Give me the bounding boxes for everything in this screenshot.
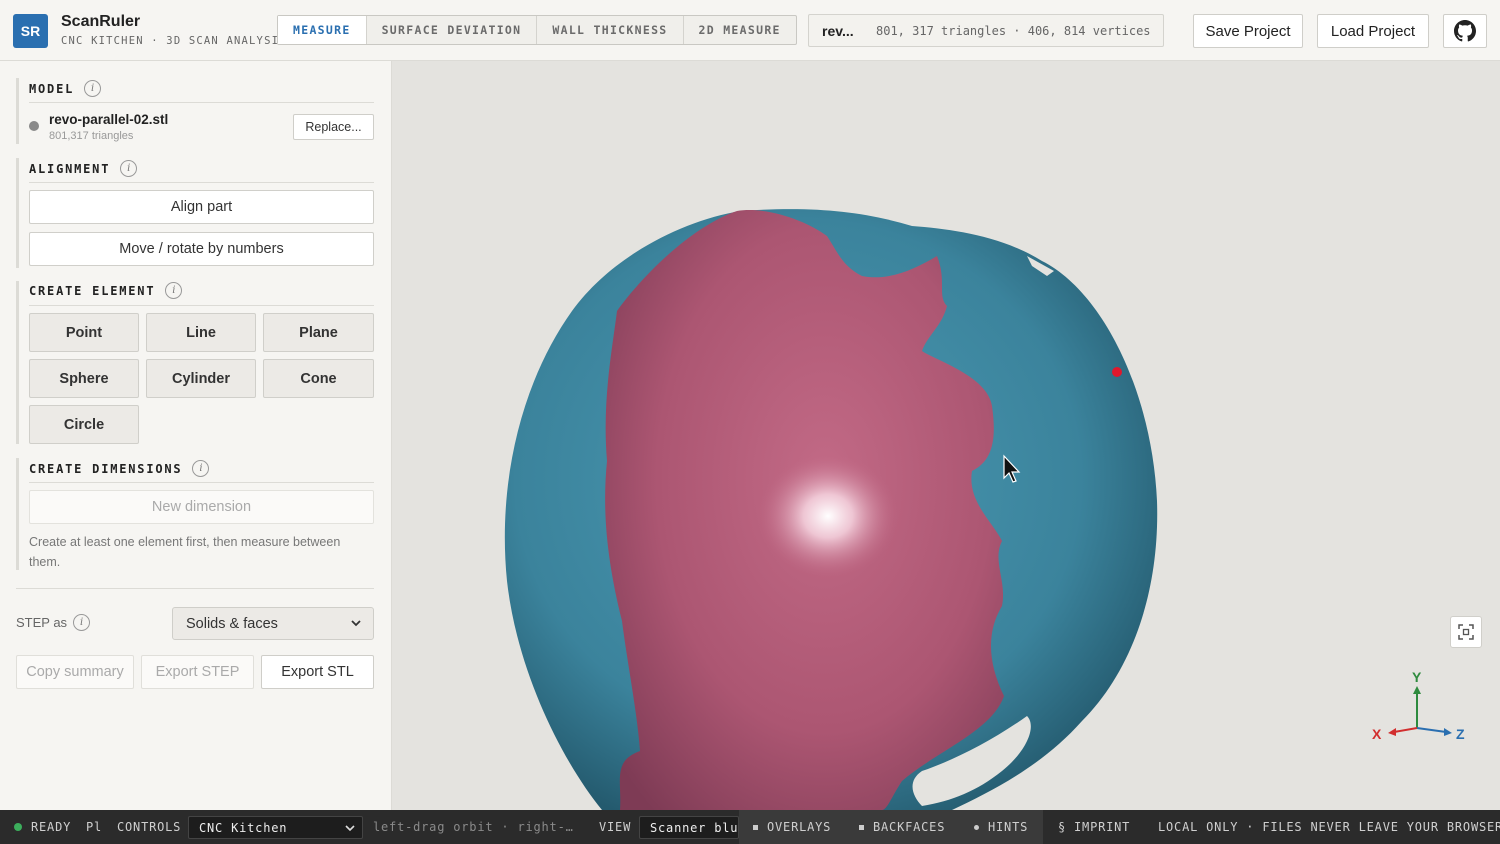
create-plane-button[interactable]: Plane: [263, 313, 374, 352]
backfaces-toggle[interactable]: BACKFACES: [842, 810, 957, 844]
create-cylinder-button[interactable]: Cylinder: [146, 359, 256, 398]
toggle-indicator: [974, 824, 979, 830]
status-bar: READY Pl CONTROLS CNC Kitchen left-drag …: [0, 810, 1500, 844]
chevron-down-icon: [351, 620, 361, 627]
specular-highlight: [758, 454, 898, 578]
model-triangle-count: 801,317 triangles: [49, 130, 134, 142]
axis-z-label: Z: [1456, 726, 1465, 742]
create-sphere-button[interactable]: Sphere: [29, 359, 139, 398]
tab-wall-thickness[interactable]: WALL THICKNESS: [537, 16, 684, 44]
model-section-title: MODEL i: [29, 80, 102, 97]
divider: [29, 305, 374, 306]
fit-view-button[interactable]: [1450, 616, 1482, 648]
model-info-icon[interactable]: i: [84, 80, 102, 97]
create-dimensions-section-title: CREATE DIMENSIONS i: [29, 460, 210, 477]
step-info-icon[interactable]: i: [73, 614, 91, 631]
chevron-down-icon: [345, 825, 355, 832]
divider: [16, 588, 374, 589]
copy-summary-button[interactable]: Copy summary: [16, 655, 134, 689]
toggle-indicator: [753, 824, 758, 830]
section-rail: [16, 281, 19, 444]
overlays-toggle[interactable]: OVERLAYS: [739, 810, 842, 844]
section-sign-icon: §: [1058, 820, 1067, 834]
axis-gizmo: Y X Z: [1372, 669, 1465, 742]
app-subtitle: CNC KITCHEN · 3D SCAN ANALYSIS: [61, 35, 287, 47]
export-stl-button[interactable]: Export STL: [261, 655, 374, 689]
3d-viewport[interactable]: Y X Z: [392, 61, 1500, 810]
picked-point-marker: [1112, 367, 1122, 377]
scan-render: [504, 209, 1158, 810]
step-mode-select[interactable]: Solids & faces: [172, 607, 374, 640]
github-icon: [1454, 20, 1476, 42]
section-rail: [16, 458, 19, 570]
view-label: VIEW: [599, 820, 632, 834]
model-info-panel: rev... 801, 317 triangles · 406, 814 ver…: [808, 14, 1164, 47]
load-project-button[interactable]: Load Project: [1317, 14, 1429, 48]
app-logo: SR: [13, 14, 48, 48]
move-rotate-button[interactable]: Move / rotate by numbers: [29, 232, 374, 266]
pl-label: Pl: [86, 820, 102, 834]
fit-view-icon: [1458, 624, 1474, 640]
axis-x-label: X: [1372, 726, 1382, 742]
divider: [29, 182, 374, 183]
export-step-button[interactable]: Export STEP: [141, 655, 254, 689]
imprint-link[interactable]: § IMPRINT: [1058, 810, 1130, 844]
alignment-section-title: ALIGNMENT i: [29, 160, 138, 177]
create-element-section-title: CREATE ELEMENT i: [29, 282, 183, 299]
save-project-button[interactable]: Save Project: [1193, 14, 1303, 48]
divider: [29, 102, 374, 103]
status-dot: [14, 823, 22, 831]
model-status-dot: [29, 121, 39, 131]
mode-tabs: MEASURE SURFACE DEVIATION WALL THICKNESS…: [277, 15, 797, 45]
new-dimension-button[interactable]: New dimension: [29, 490, 374, 524]
section-rail: [16, 158, 19, 268]
hints-toggle[interactable]: HINTS: [957, 810, 1043, 844]
section-rail: [16, 78, 19, 144]
alignment-info-icon[interactable]: i: [120, 160, 138, 177]
replace-model-button[interactable]: Replace...: [293, 114, 374, 140]
create-circle-button[interactable]: Circle: [29, 405, 139, 444]
controls-label: CONTROLS: [117, 820, 182, 834]
create-element-info-icon[interactable]: i: [165, 282, 183, 299]
tab-surface-deviation[interactable]: SURFACE DEVIATION: [367, 16, 538, 44]
ready-status: READY: [14, 810, 71, 844]
github-button[interactable]: [1443, 14, 1487, 48]
model-info-name: rev...: [822, 22, 854, 39]
step-export-label: STEP as i: [16, 614, 91, 631]
view-select[interactable]: Scanner blue: [639, 816, 739, 839]
dimension-hint-text: Create at least one element first, then …: [29, 535, 341, 569]
align-part-button[interactable]: Align part: [29, 190, 374, 224]
controls-hint: left-drag orbit · right-…: [373, 820, 573, 834]
create-point-button[interactable]: Point: [29, 313, 139, 352]
create-dimensions-info-icon[interactable]: i: [192, 460, 210, 477]
controls-select[interactable]: CNC Kitchen: [188, 816, 363, 839]
create-line-button[interactable]: Line: [146, 313, 256, 352]
app-header: SR ScanRuler CNC KITCHEN · 3D SCAN ANALY…: [0, 0, 1500, 61]
model-info-stats: 801, 317 triangles · 406, 814 vertices: [876, 23, 1151, 38]
app-name: ScanRuler: [61, 13, 141, 30]
tab-measure[interactable]: MEASURE: [278, 16, 367, 44]
toggle-indicator: [859, 824, 864, 830]
axis-y-label: Y: [1412, 669, 1422, 685]
divider: [29, 482, 374, 483]
tab-2d-measure[interactable]: 2D MEASURE: [684, 16, 796, 44]
model-file-name: revo-parallel-02.stl: [49, 112, 169, 127]
local-only-notice: LOCAL ONLY · FILES NEVER LEAVE YOUR BROW…: [1158, 820, 1500, 834]
create-cone-button[interactable]: Cone: [263, 359, 374, 398]
